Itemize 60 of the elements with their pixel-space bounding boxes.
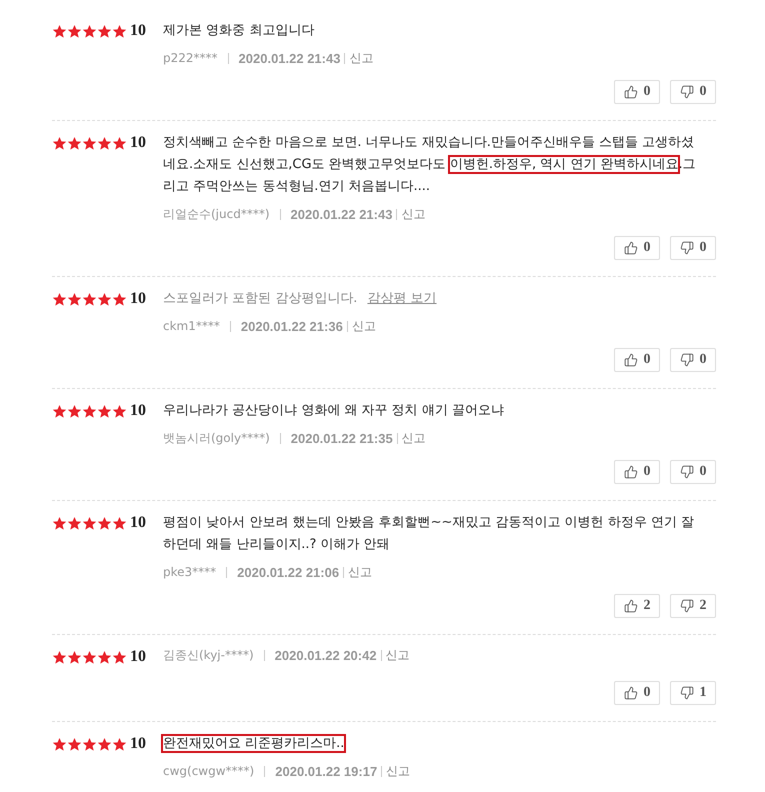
thumbs-up-icon	[624, 353, 638, 367]
report-link[interactable]: 신고	[386, 762, 410, 780]
thumbs-up-icon	[624, 599, 638, 613]
dislike-button[interactable]: 0	[670, 236, 716, 260]
score: 10	[130, 734, 147, 754]
report-link[interactable]: 신고	[348, 564, 372, 580]
dislike-button[interactable]: 0	[670, 460, 716, 484]
review-date: 2020.01.22 21:36	[240, 318, 343, 334]
score: 10	[130, 647, 147, 667]
author-name: 리얼순수(jucd****)	[163, 206, 270, 222]
review-date: 2020.01.22 21:06	[237, 564, 340, 580]
dislike-button[interactable]: 1	[670, 681, 716, 705]
thumbs-down-icon	[680, 353, 694, 367]
like-button[interactable]: 0	[614, 460, 660, 484]
report-link[interactable]: 신고	[402, 430, 426, 446]
review-date: 2020.01.22 20:42	[274, 648, 377, 662]
thumbs-down-icon	[680, 599, 694, 613]
review-text: 제가본 영화중 최고입니다	[163, 22, 316, 40]
review-date: 2020.01.22 21:43	[290, 206, 392, 222]
author-name: ckm1****	[163, 319, 220, 333]
review-text: 평점이 낮아서 안보려 했는데 안봤음 후회할뻔~~재밌고 감동적이고 이병헌 하정우 연기 잘하던데 왜들 난리들이지..? 이해가 안돼	[163, 514, 696, 554]
dislike-button[interactable]: 2	[670, 594, 716, 618]
show-review-link[interactable]: 감상평 보기	[367, 288, 437, 310]
like-button[interactable]: 2	[614, 594, 660, 618]
score: 10	[130, 289, 147, 309]
thumbs-up-icon	[624, 85, 638, 99]
thumbs-up-icon	[624, 465, 638, 479]
author-name: 김종신(kyj-****)	[163, 646, 254, 664]
thumbs-down-icon	[680, 686, 694, 700]
report-link[interactable]: 신고	[349, 50, 374, 66]
author-name: p222****	[163, 51, 218, 65]
author-name: cwg(cwgw****)	[163, 764, 254, 778]
like-button[interactable]: 0	[614, 348, 660, 372]
review-text: 우리나라가 공산당이냐 영화에 왜 자꾸 정치 얘기 끌어오냐	[163, 402, 505, 420]
spoiler-notice: 스포일러가 포함된 감상평입니다.	[163, 290, 358, 308]
report-link[interactable]: 신고	[401, 206, 426, 222]
thumbs-down-icon	[680, 241, 694, 255]
review-date: 2020.01.22 21:43	[238, 50, 340, 66]
review-date: 2020.01.22 19:17	[275, 764, 378, 778]
review-date: 2020.01.22 21:35	[290, 430, 393, 446]
report-link[interactable]: 신고	[352, 318, 376, 334]
thumbs-up-icon	[624, 686, 638, 700]
dislike-button[interactable]: 0	[670, 80, 716, 104]
review-text: 정치색빼고 순수한 마음으로 보면. 너무나도 재밌습니다.만들어주신배우들 스탭들 고생하셨네요.소재도 신선했고,CG도 완벽했고무엇보다도 이병헌.하정우, 역시 연기 완벽하시네요.그리고 주먹안쓰는 동석형님.연기 처음봅니다....	[163, 134, 696, 196]
dislike-button[interactable]: 0	[670, 348, 716, 372]
highlighted-text: 이병헌.하정우, 역시 연기 완벽하시네요	[450, 157, 678, 172]
author-name: pke3****	[163, 565, 216, 579]
report-link[interactable]: 신고	[386, 646, 410, 664]
thumbs-down-icon	[680, 465, 694, 479]
author-name: 뱃놈시러(goly****)	[163, 430, 270, 446]
score: 10	[130, 133, 147, 153]
like-button[interactable]: 0	[614, 80, 660, 104]
like-button[interactable]: 0	[614, 681, 660, 705]
score: 10	[130, 513, 147, 533]
score: 10	[130, 21, 147, 41]
score: 10	[130, 401, 147, 421]
highlighted-text: 완전재밌어요 리준평카리스마..	[163, 736, 344, 751]
thumbs-down-icon	[680, 85, 694, 99]
like-button[interactable]: 0	[614, 236, 660, 260]
thumbs-up-icon	[624, 241, 638, 255]
